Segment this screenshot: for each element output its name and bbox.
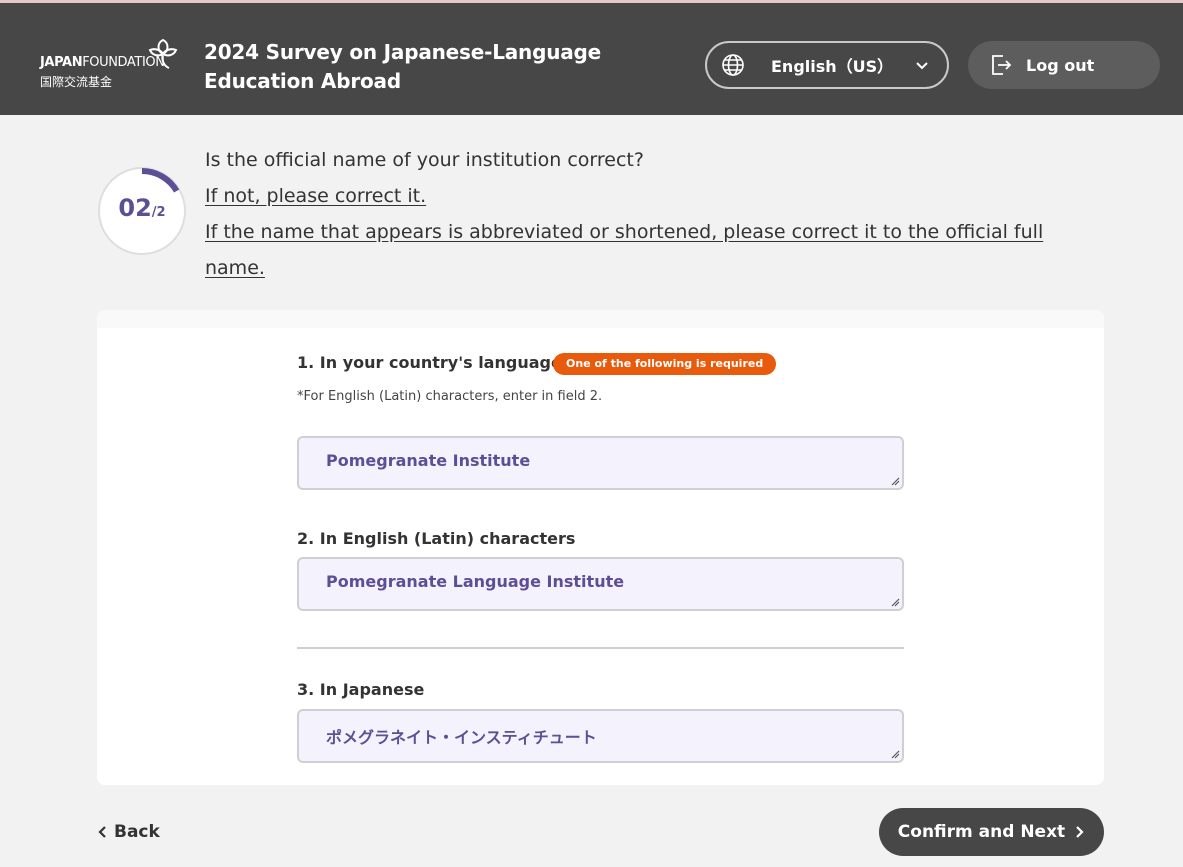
form-card-top xyxy=(97,310,1104,328)
form-card: 1. In your country's language One of the… xyxy=(97,310,1104,785)
logo-subtitle: 国際交流基金 xyxy=(40,75,113,89)
question-text: Is the official name of your institution… xyxy=(205,142,1095,286)
section-divider xyxy=(297,647,904,649)
confirm-next-button[interactable]: Confirm and Next xyxy=(879,808,1104,856)
survey-title: 2024 Survey on Japanese-Language Educati… xyxy=(204,38,644,96)
field3-value: ポメグラネイト・インスティチュート xyxy=(326,728,597,747)
logo-flower-icon xyxy=(148,38,178,69)
resize-grip-icon[interactable] xyxy=(890,597,900,607)
confirm-next-label: Confirm and Next xyxy=(897,822,1066,842)
required-badge: One of the following is required xyxy=(553,353,777,375)
question-line2: If not, please correct it. xyxy=(205,185,427,207)
globe-icon xyxy=(722,54,744,76)
chevron-left-icon xyxy=(98,826,106,838)
logout-button[interactable]: Log out xyxy=(968,41,1160,89)
resize-grip-icon[interactable] xyxy=(890,749,900,759)
question-line3: If the name that appears is abbreviated … xyxy=(205,221,1044,279)
back-button[interactable]: Back xyxy=(97,818,160,846)
survey-title-line1: 2024 Survey on Japanese-Language xyxy=(204,40,602,64)
field1-label: 1. In your country's language xyxy=(297,353,562,372)
language-select[interactable]: English（US） xyxy=(705,41,949,89)
logout-label: Log out xyxy=(1026,55,1095,75)
field1-input[interactable]: Pomegranate Institute xyxy=(297,436,904,490)
resize-grip-icon[interactable] xyxy=(890,476,900,486)
step-progress: 02/2 xyxy=(97,166,187,256)
field3-input[interactable]: ポメグラネイト・インスティチュート xyxy=(297,709,904,763)
field2-input[interactable]: Pomegranate Language Institute xyxy=(297,557,904,611)
logout-icon xyxy=(992,55,1012,75)
field3-label: 3. In Japanese xyxy=(297,680,425,699)
language-select-value: English（US） xyxy=(771,57,894,76)
field1-value: Pomegranate Institute xyxy=(326,451,531,470)
field2-label: 2. In English (Latin) characters xyxy=(297,529,576,548)
japan-foundation-logo[interactable]: JAPANFOUNDATION 国際交流基金 xyxy=(40,37,180,93)
question-line1: Is the official name of your institution… xyxy=(205,149,644,171)
progress-count: 02/2 xyxy=(118,194,166,222)
chevron-down-icon xyxy=(916,62,928,70)
back-label: Back xyxy=(114,822,160,842)
field1-note: *For English (Latin) characters, enter i… xyxy=(297,389,603,404)
app-header: JAPANFOUNDATION 国際交流基金 2024 Survey on Ja… xyxy=(0,3,1183,115)
field2-value: Pomegranate Language Institute xyxy=(326,572,625,591)
survey-title-line2: Education Abroad xyxy=(204,69,401,93)
chevron-right-icon xyxy=(1076,826,1084,838)
